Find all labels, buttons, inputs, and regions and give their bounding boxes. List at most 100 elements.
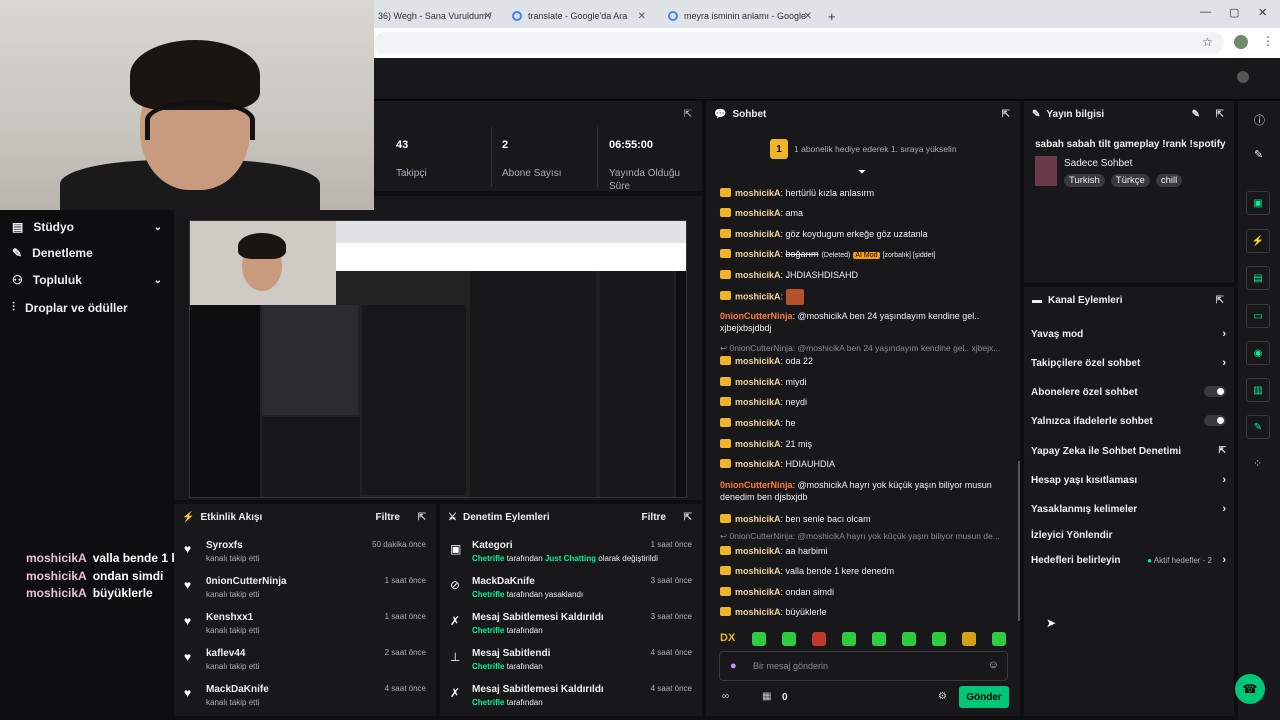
mod-actor[interactable]: Chetrifle [472,698,504,707]
emote[interactable] [752,632,766,646]
chat-username[interactable]: moshicikA [735,607,781,617]
close-icon[interactable]: ✕ [484,11,492,22]
chat-username[interactable]: moshicikA [735,208,781,218]
browser-tab[interactable]: meyra isminin anlamı - Google ✕ [660,4,820,28]
close-window-button[interactable]: ✕ [1258,6,1267,19]
clip-icon[interactable]: ▣ [1246,191,1270,215]
chat-username[interactable]: moshicikA [735,229,781,239]
star-icon[interactable]: ☆ [1202,35,1213,49]
chat-username[interactable]: moshicikA [735,418,781,428]
chat-input[interactable]: ● Bir mesaj gönderin ☺ [719,651,1008,681]
popout-icon[interactable]: ⇱ [418,512,426,523]
popout-icon[interactable]: ⇱ [1216,109,1224,120]
popout-icon[interactable]: ⇱ [684,512,692,523]
mod-actor[interactable]: Chetrifle [472,590,504,599]
chat-username[interactable]: moshicikA [735,514,781,524]
broadcast-icon[interactable]: ◉ [1246,341,1270,365]
wrench-icon[interactable]: ✎ [1246,415,1270,439]
sidebar-item-moderation[interactable]: ✎ Denetleme [12,246,162,260]
tag[interactable]: Turkish [1064,174,1105,187]
slow-mode-row[interactable]: Yavaş mod › [1031,328,1226,340]
emote[interactable] [842,632,856,646]
chat-username[interactable]: moshicikA [735,546,781,556]
stream-category[interactable]: Sadece Sohbet [1064,158,1132,169]
chat-username[interactable]: moshicikA [735,249,781,259]
close-icon[interactable]: ✕ [804,11,812,22]
chat-scrollbar[interactable] [1018,461,1020,621]
maximize-button[interactable]: ▢ [1229,6,1239,19]
stream-preview[interactable] [189,220,687,498]
lightning-icon[interactable]: ⚡ [1246,229,1270,253]
gift-leaderboard-banner[interactable]: 1 1 abonelik hediye ederek 1. sıraya yük… [770,139,970,159]
emote[interactable] [992,632,1006,646]
emote[interactable] [932,632,946,646]
emote[interactable] [782,632,796,646]
profile-avatar[interactable] [1234,35,1248,49]
mod-actor[interactable]: Chetrifle [472,662,504,671]
add-action-icon[interactable]: ⁘ [1253,457,1262,470]
emoji-icon[interactable]: ☺ [988,659,999,671]
emote[interactable] [812,632,826,646]
tag[interactable]: Türkçe [1110,174,1150,187]
chat-username[interactable]: moshicikA [735,377,781,387]
new-tab-button[interactable]: + [820,4,840,28]
activity-user[interactable]: Syroxfs [206,540,243,551]
chat-username[interactable]: moshicikA [735,270,781,280]
popout-icon[interactable]: ⇱ [1216,295,1224,306]
document-icon[interactable]: ▤ [1246,266,1270,290]
activity-user[interactable]: 0nionCutterNinja [206,576,287,587]
layout-icon[interactable]: ▥ [1246,378,1270,402]
edit-icon[interactable]: ✎ [1254,148,1263,161]
send-button[interactable]: Gönder [959,686,1009,708]
emote[interactable] [872,632,886,646]
edit-icon[interactable]: ✎ [1192,109,1200,120]
gear-icon[interactable]: ⚙ [938,691,947,702]
user-avatar[interactable] [1237,71,1249,83]
mod-actor[interactable]: Chetrifle [472,554,504,563]
chat-username[interactable]: moshicikA [735,291,781,301]
chat-bubble-icon[interactable]: ▭ [1246,304,1270,328]
browser-tab[interactable]: translate - Google'da Ara ✕ [504,4,654,28]
address-bar[interactable] [374,32,1224,54]
chat-username[interactable]: 0nionCutterNinja [720,480,793,490]
banned-words-row[interactable]: Yasaklanmış kelimeler › [1031,503,1226,515]
popout-icon[interactable]: ⇱ [684,109,692,120]
mic-icon[interactable]: ● [730,660,737,672]
mod-actor[interactable]: Chetrifle [472,626,504,635]
chat-username[interactable]: moshicikA [735,439,781,449]
account-age-row[interactable]: Hesap yaşı kısıtlaması › [1031,474,1226,486]
emote-only-toggle[interactable] [1204,415,1226,426]
activity-user[interactable]: kaflev44 [206,648,245,659]
help-button[interactable]: ☎ [1235,674,1265,704]
chat-username[interactable]: moshicikA [735,356,781,366]
chat-username[interactable]: moshicikA [735,459,781,469]
ai-moderation-row[interactable]: Yapay Zeka ile Sohbet Denetimi ⇱ [1031,445,1226,457]
chat-username[interactable]: 0nionCutterNinja [720,311,793,321]
popout-icon[interactable]: ⇱ [1002,109,1010,120]
menu-icon[interactable]: ⋮ [1262,34,1274,48]
gift-icon[interactable]: ▦ [762,691,771,702]
info-icon[interactable]: ⓘ [1254,112,1265,128]
raid-row[interactable]: İzleyici Yönlendir [1031,530,1226,541]
collapse-icon[interactable]: ⏷ [858,167,866,178]
browser-tab[interactable]: 36) Wegh - Sana Vuruldum / ✕ [370,4,500,28]
sidebar-item-drops[interactable]: ⫶ Droplar ve ödüller [12,300,162,315]
sidebar-item-community[interactable]: ⚇ Topluluk ⌄ [12,273,162,287]
chat-username[interactable]: moshicikA [735,188,781,198]
activity-user[interactable]: MackDaKnife [206,684,269,695]
filter-button[interactable]: Filtre [642,512,666,523]
goals-row[interactable]: Hedefleri belirleyin ● Aktif hedefler - 2… [1031,554,1226,566]
sidebar-item-studio[interactable]: ▤ Stüdyo ⌄ [12,220,162,234]
emote-dx[interactable]: DX [720,632,735,644]
minimize-button[interactable]: — [1200,6,1211,18]
followers-only-row[interactable]: Takipçilere özel sohbet › [1031,357,1226,369]
emote[interactable] [902,632,916,646]
chat-username[interactable]: moshicikA [735,587,781,597]
close-icon[interactable]: ✕ [638,11,646,22]
chat-username[interactable]: moshicikA [735,566,781,576]
subscribers-only-toggle[interactable] [1204,386,1226,397]
chat-username[interactable]: moshicikA [735,397,781,407]
emote[interactable] [962,632,976,646]
activity-user[interactable]: Kenshxx1 [206,612,253,623]
tag[interactable]: chill [1155,174,1183,187]
